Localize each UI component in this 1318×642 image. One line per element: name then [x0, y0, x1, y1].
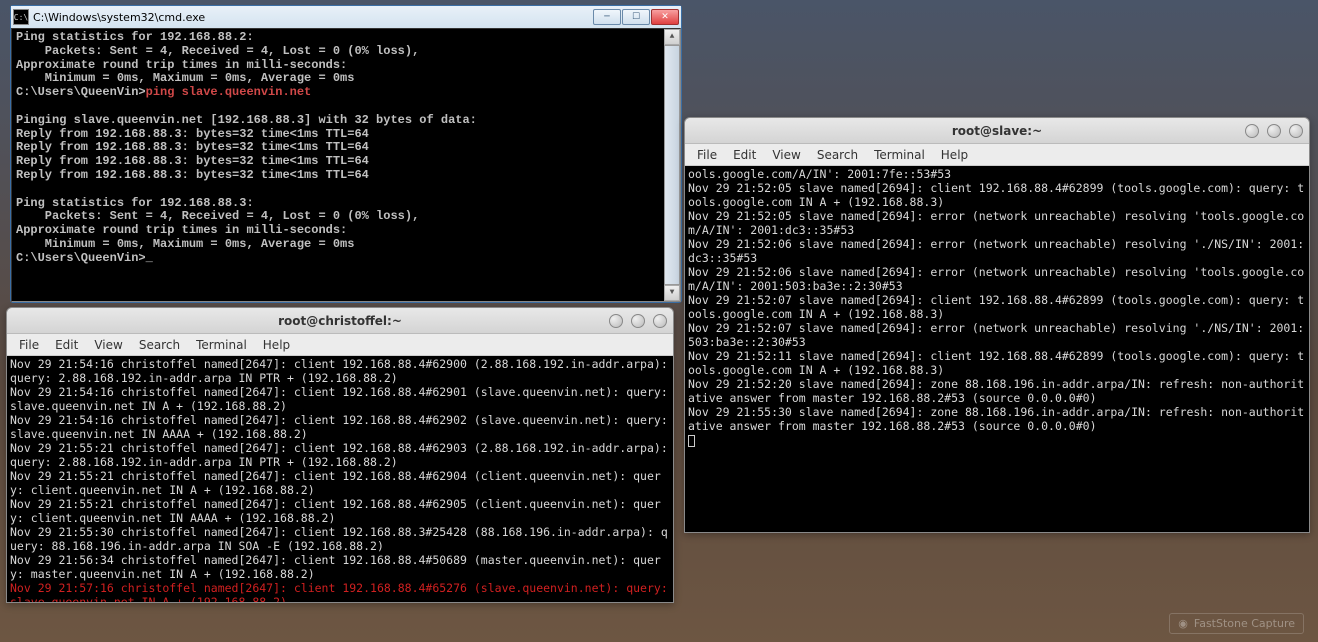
watermark: ◉ FastStone Capture — [1169, 613, 1304, 634]
cmd-typed-command: ping slave.queenvin.net — [146, 85, 312, 99]
window-controls — [1245, 124, 1303, 138]
cmd-titlebar[interactable]: C:\ C:\Windows\system32\cmd.exe ─ ☐ ✕ — [11, 6, 681, 28]
menubar: File Edit View Search Terminal Help — [7, 334, 673, 356]
log-lines: Nov 29 21:54:16 christoffel named[2647]:… — [10, 357, 673, 581]
cmd-output-pre: Ping statistics for 192.168.88.2: Packet… — [16, 30, 419, 85]
menu-edit[interactable]: Edit — [49, 336, 84, 354]
minimize-button[interactable] — [1245, 124, 1259, 138]
terminal-output[interactable]: Nov 29 21:54:16 christoffel named[2647]:… — [7, 356, 673, 602]
terminal-title: root@christoffel:~ — [278, 314, 402, 328]
menu-file[interactable]: File — [691, 146, 723, 164]
terminal-titlebar[interactable]: root@christoffel:~ — [7, 308, 673, 334]
menu-search[interactable]: Search — [811, 146, 864, 164]
camera-icon: ◉ — [1178, 617, 1188, 630]
menu-view[interactable]: View — [766, 146, 806, 164]
cmd-title: C:\Windows\system32\cmd.exe — [33, 11, 592, 24]
window-controls: ─ ☐ ✕ — [592, 9, 679, 25]
scrollbar[interactable]: ▲ ▼ — [664, 29, 680, 301]
close-button[interactable] — [653, 314, 667, 328]
terminal-title: root@slave:~ — [952, 124, 1042, 138]
log-line-highlighted: Nov 29 21:57:16 christoffel named[2647]:… — [10, 581, 673, 602]
terminal-output[interactable]: ools.google.com/A/IN': 2001:7fe::53#53 N… — [685, 166, 1309, 532]
terminal-christoffel: root@christoffel:~ File Edit View Search… — [6, 307, 674, 603]
cmd-window: C:\ C:\Windows\system32\cmd.exe ─ ☐ ✕ Pi… — [10, 5, 682, 303]
menu-help[interactable]: Help — [935, 146, 974, 164]
maximize-button[interactable] — [631, 314, 645, 328]
menu-file[interactable]: File — [13, 336, 45, 354]
cmd-prompt-1: C:\Users\QueenVin> — [16, 85, 146, 99]
cmd-output-post: Pinging slave.queenvin.net [192.168.88.3… — [16, 113, 477, 251]
terminal-slave: root@slave:~ File Edit View Search Termi… — [684, 117, 1310, 533]
cmd-prompt-2: C:\Users\QueenVin>_ — [16, 251, 153, 265]
minimize-button[interactable] — [609, 314, 623, 328]
window-controls — [609, 314, 667, 328]
scroll-thumb[interactable] — [664, 45, 680, 285]
cmd-output[interactable]: Ping statistics for 192.168.88.2: Packet… — [11, 28, 681, 302]
cursor-icon — [688, 435, 695, 447]
minimize-button[interactable]: ─ — [593, 9, 621, 25]
close-button[interactable]: ✕ — [651, 9, 679, 25]
terminal-titlebar[interactable]: root@slave:~ — [685, 118, 1309, 144]
menu-view[interactable]: View — [88, 336, 128, 354]
maximize-button[interactable]: ☐ — [622, 9, 650, 25]
maximize-button[interactable] — [1267, 124, 1281, 138]
menu-search[interactable]: Search — [133, 336, 186, 354]
menubar: File Edit View Search Terminal Help — [685, 144, 1309, 166]
menu-terminal[interactable]: Terminal — [190, 336, 253, 354]
watermark-text: FastStone Capture — [1194, 617, 1295, 630]
menu-edit[interactable]: Edit — [727, 146, 762, 164]
scroll-up-icon[interactable]: ▲ — [664, 29, 680, 45]
scroll-down-icon[interactable]: ▼ — [664, 285, 680, 301]
cmd-icon: C:\ — [13, 9, 29, 25]
close-button[interactable] — [1289, 124, 1303, 138]
menu-help[interactable]: Help — [257, 336, 296, 354]
log-lines: ools.google.com/A/IN': 2001:7fe::53#53 N… — [688, 167, 1304, 433]
menu-terminal[interactable]: Terminal — [868, 146, 931, 164]
